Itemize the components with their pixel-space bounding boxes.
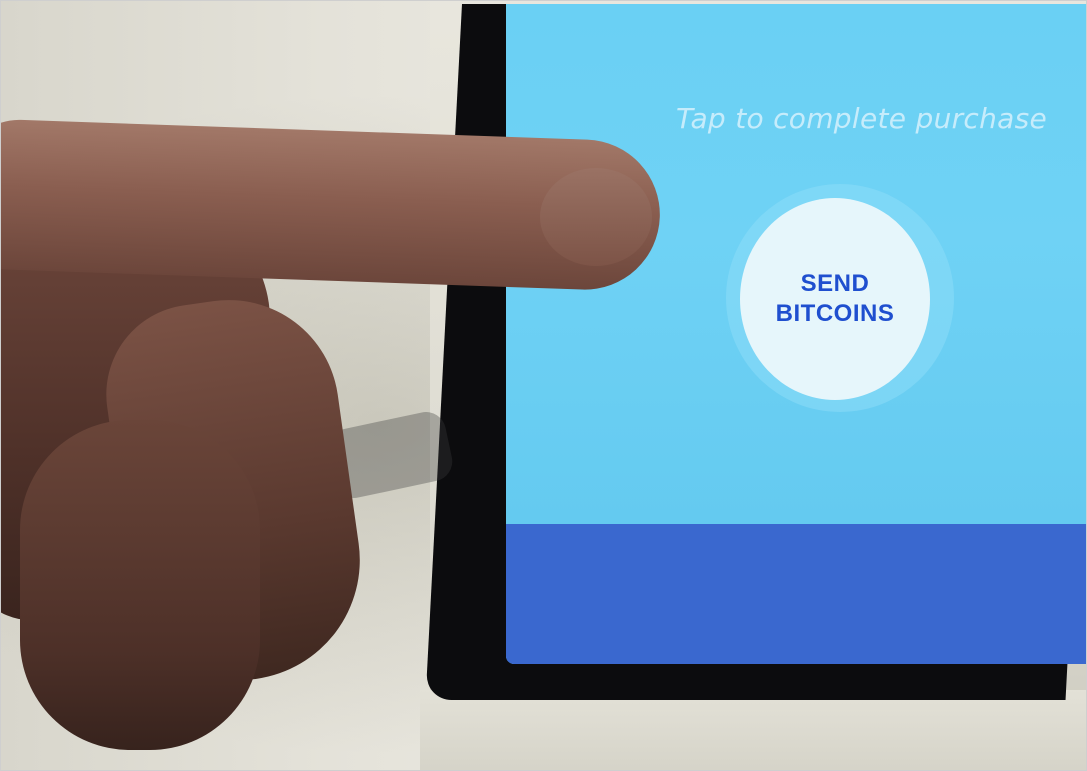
kiosk-base bbox=[420, 690, 1087, 771]
fingertip bbox=[540, 168, 652, 266]
kiosk-screen: Tap to complete purchase SEND BITCOINS bbox=[506, 4, 1087, 664]
bottom-bar bbox=[506, 524, 1087, 664]
send-bitcoins-label: SEND BITCOINS bbox=[776, 269, 895, 329]
ring-finger bbox=[20, 420, 260, 750]
tap-prompt: Tap to complete purchase bbox=[676, 102, 1048, 135]
send-label-line2: BITCOINS bbox=[775, 300, 895, 327]
send-label-line1: SEND bbox=[800, 270, 870, 297]
send-bitcoins-button[interactable]: SEND BITCOINS bbox=[740, 198, 930, 400]
photo: Tap to complete purchase SEND BITCOINS bbox=[0, 0, 1087, 771]
